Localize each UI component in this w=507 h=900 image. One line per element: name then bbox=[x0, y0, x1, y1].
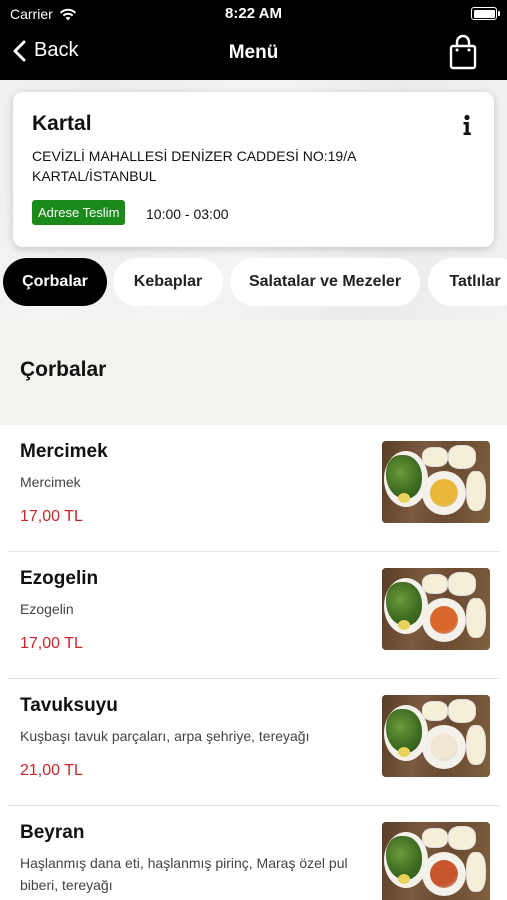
menu-item[interactable]: Tavuksuyu Kuşbaşı tavuk parçaları, arpa … bbox=[8, 679, 499, 806]
item-description: Kuşbaşı tavuk parçaları, arpa şehriye, t… bbox=[20, 728, 310, 744]
menu-item[interactable]: Mercimek Mercimek 17,00 TL bbox=[8, 425, 499, 552]
menu-item[interactable]: Beyran Haşlanmış dana eti, haşlanmış pir… bbox=[8, 806, 499, 900]
tab-tatlilar[interactable]: Tatlılar bbox=[428, 258, 507, 306]
item-price: 17,00 TL bbox=[20, 508, 83, 525]
status-time: 8:22 AM bbox=[225, 5, 282, 22]
item-price: 21,00 TL bbox=[20, 762, 83, 779]
status-bar: Carrier 8:22 AM bbox=[0, 0, 507, 28]
item-photo bbox=[382, 568, 490, 650]
item-price: 17,00 TL bbox=[20, 635, 83, 652]
delivery-badge: Adrese Teslim bbox=[32, 200, 126, 225]
item-description: Haşlanmış dana eti, haşlanmış pirinç, Ma… bbox=[20, 855, 348, 893]
top-bar: Carrier 8:22 AM Back Menü bbox=[0, 0, 507, 80]
page-title: Menü bbox=[228, 42, 279, 63]
store-info-card: Kartal CEVİZLİ MAHALLESİ DENİZER CADDESİ… bbox=[13, 92, 494, 247]
item-name: Tavuksuyu bbox=[20, 695, 118, 716]
menu-item[interactable]: Ezogelin Ezogelin 17,00 TL bbox=[8, 552, 499, 679]
item-name: Beyran bbox=[20, 822, 85, 843]
navigation-bar: Back Menü bbox=[0, 28, 507, 80]
shopping-bag-icon[interactable] bbox=[449, 34, 477, 70]
item-photo bbox=[382, 822, 490, 900]
section-title: Çorbalar bbox=[20, 358, 107, 381]
category-tabs: Çorbalar Kebaplar Salatalar ve Mezeler T… bbox=[0, 258, 507, 306]
store-name: Kartal bbox=[32, 112, 92, 135]
item-description: Ezogelin bbox=[20, 601, 74, 617]
battery-icon bbox=[471, 7, 500, 20]
store-address: CEVİZLİ MAHALLESİ DENİZER CADDESİ NO:19/… bbox=[32, 148, 356, 184]
tab-kebaplar[interactable]: Kebaplar bbox=[113, 258, 223, 306]
item-photo bbox=[382, 441, 490, 523]
section-header: Çorbalar bbox=[0, 320, 507, 425]
tab-corbalar[interactable]: Çorbalar bbox=[3, 258, 107, 306]
item-name: Mercimek bbox=[20, 441, 108, 462]
store-hours: 10:00 - 03:00 bbox=[146, 206, 229, 222]
item-name: Ezogelin bbox=[20, 568, 99, 589]
tab-salatalar-ve-mezeler[interactable]: Salatalar ve Mezeler bbox=[230, 258, 420, 306]
item-description: Mercimek bbox=[20, 474, 81, 490]
info-icon[interactable] bbox=[462, 114, 472, 136]
item-photo bbox=[382, 695, 490, 777]
